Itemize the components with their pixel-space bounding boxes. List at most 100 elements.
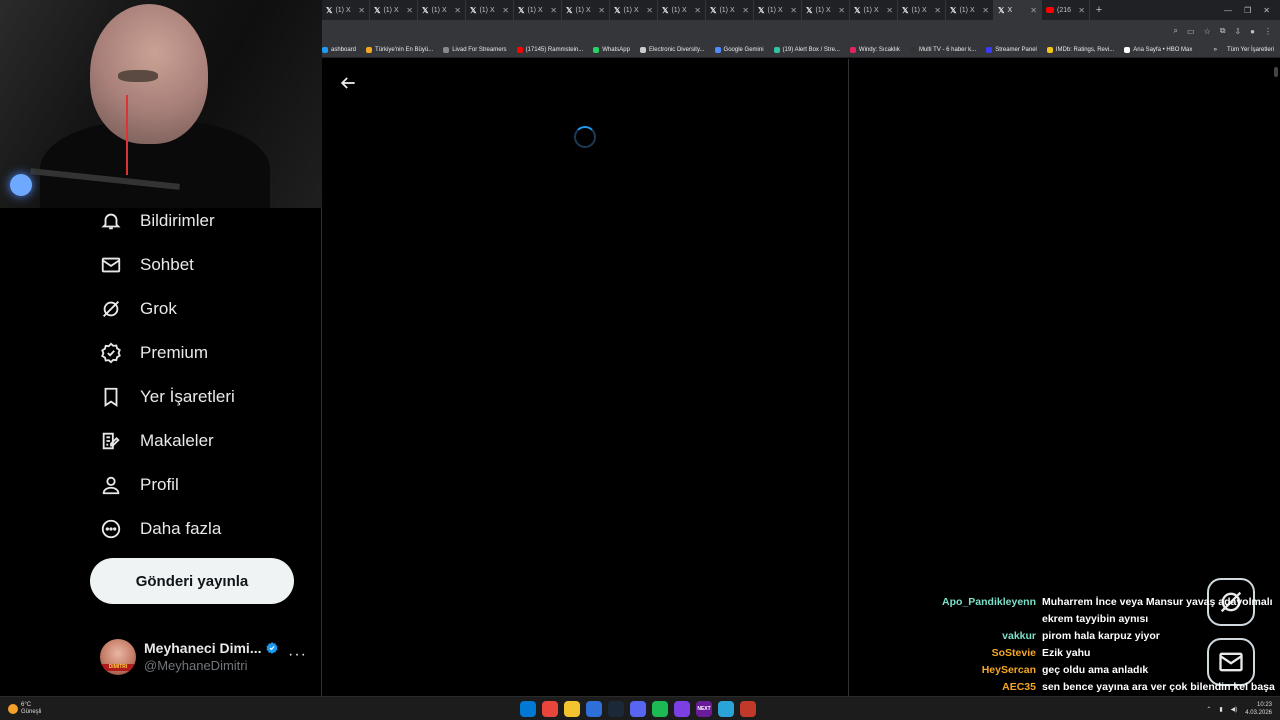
all-bookmarks-button[interactable]: Tüm Yer İşaretleri xyxy=(1227,47,1274,53)
close-icon[interactable]: ✕ xyxy=(886,6,893,15)
new-tab-button[interactable]: + xyxy=(1090,4,1108,16)
browser-tab[interactable]: 𝕏 (1) X ✕ xyxy=(514,0,562,20)
profile-icon[interactable]: ● xyxy=(1250,27,1255,36)
browser-tab[interactable]: 𝕏 (1) X ✕ xyxy=(946,0,994,20)
close-icon[interactable]: ✕ xyxy=(1030,6,1037,15)
menu-icon[interactable]: ⋮ xyxy=(1264,27,1272,36)
browser-tab[interactable]: 𝕏 (1) X ✕ xyxy=(658,0,706,20)
browser-tab[interactable]: 𝕏 (1) X ✕ xyxy=(850,0,898,20)
sidebar-item-articles[interactable]: Makaleler xyxy=(100,423,214,459)
account-text: Meyhaneci Dimi... @MeyhaneDimitri xyxy=(144,639,279,675)
browser-tab[interactable]: 𝕏 (1) X ✕ xyxy=(466,0,514,20)
sidebar-item-bookmarks[interactable]: Yer İşaretleri xyxy=(100,379,235,415)
sidebar-item-label: Sohbet xyxy=(140,255,194,274)
kick-icon[interactable]: NEXT xyxy=(696,701,712,717)
browser-tab-active[interactable]: 𝕏 X ✕ xyxy=(994,0,1042,20)
bookmark-item[interactable]: (19) Alert Box / Stre... xyxy=(773,46,840,53)
sidebar-item-chat[interactable]: Sohbet xyxy=(100,247,194,283)
maximize-icon[interactable]: ❐ xyxy=(1244,6,1251,15)
close-icon[interactable]: ✕ xyxy=(838,6,845,15)
sidebar-item-premium[interactable]: Premium xyxy=(100,335,208,371)
app-purple-icon[interactable] xyxy=(674,701,690,717)
post-button[interactable]: Gönderi yayınla xyxy=(90,558,294,604)
browser-tab[interactable]: 𝕏 (1) X ✕ xyxy=(370,0,418,20)
close-window-icon[interactable]: ✕ xyxy=(1263,6,1270,15)
browser-tab[interactable]: 𝕏 (1) X ✕ xyxy=(706,0,754,20)
chevron-up-icon[interactable]: ⌃ xyxy=(1206,706,1211,713)
cast-icon[interactable]: ▭ xyxy=(1187,27,1195,36)
close-icon[interactable]: ✕ xyxy=(598,6,605,15)
bookmark-item[interactable]: Multi TV - 6 haber k... xyxy=(909,46,977,53)
download-icon[interactable]: ⇩ xyxy=(1234,27,1241,36)
close-icon[interactable]: ✕ xyxy=(646,6,653,15)
bookmark-item[interactable]: Türkiye'nin En Büyü... xyxy=(366,46,433,53)
loading-spinner xyxy=(574,126,596,148)
account-handle: @MeyhaneDimitri xyxy=(144,658,248,673)
close-icon[interactable]: ✕ xyxy=(1078,6,1085,15)
bookmark-item[interactable]: (17145) Rammstein... xyxy=(516,46,583,53)
browser-tab[interactable]: 𝕏 (1) X ✕ xyxy=(418,0,466,20)
bookmarks-more-button[interactable]: » xyxy=(1214,47,1217,53)
bookmark-item[interactable]: WhatsApp xyxy=(593,46,630,53)
spotify-icon[interactable] xyxy=(652,701,668,717)
browser-tab[interactable]: 𝕏 (1) X ✕ xyxy=(610,0,658,20)
bookmark-item[interactable]: IMDb: Ratings, Revi... xyxy=(1046,46,1114,53)
discord-icon[interactable] xyxy=(630,701,646,717)
back-arrow-icon[interactable] xyxy=(338,73,358,93)
browser-tab[interactable]: 𝕏 (1) X ✕ xyxy=(898,0,946,20)
close-icon[interactable]: ✕ xyxy=(790,6,797,15)
steam-icon[interactable] xyxy=(608,701,624,717)
app-blue-icon[interactable] xyxy=(586,701,602,717)
chat-username xyxy=(900,611,1036,628)
close-icon[interactable]: ✕ xyxy=(502,6,509,15)
sidebar-item-profile[interactable]: Profil xyxy=(100,467,179,503)
scrollbar[interactable] xyxy=(1274,67,1278,77)
bookmark-item[interactable]: Electronic Diversity... xyxy=(639,46,705,53)
extensions-icon[interactable]: ⧉ xyxy=(1220,26,1226,36)
close-icon[interactable]: ✕ xyxy=(358,6,365,15)
mic-light xyxy=(10,174,32,196)
favicon-icon xyxy=(1046,46,1053,53)
account-switcher[interactable]: DIMITRI Meyhaneci Dimi... @MeyhaneDimitr… xyxy=(100,636,310,678)
star-icon[interactable]: ☆ xyxy=(1204,27,1211,36)
bookmark-label: WhatsApp xyxy=(602,46,630,53)
close-icon[interactable]: ✕ xyxy=(742,6,749,15)
close-icon[interactable]: ✕ xyxy=(934,6,941,15)
windows-start-icon[interactable] xyxy=(520,701,536,717)
weather-widget[interactable]: 6°C Güneşli xyxy=(0,702,41,716)
bookmark-item[interactable]: Windy: Sıcaklık xyxy=(849,46,900,53)
close-icon[interactable]: ✕ xyxy=(694,6,701,15)
sidebar-item-notifications[interactable]: Bildirimler xyxy=(100,203,215,239)
clock[interactable]: 10:23 4.03.2026 xyxy=(1245,701,1272,717)
minimize-icon[interactable]: — xyxy=(1224,6,1232,15)
app-red-icon[interactable] xyxy=(740,701,756,717)
x-logo-icon: 𝕏 xyxy=(662,5,669,15)
account-more-icon[interactable]: ··· xyxy=(288,646,307,664)
browser-tab[interactable]: 𝕏 (1) X ✕ xyxy=(754,0,802,20)
bookmark-label: Multi TV - 6 haber k... xyxy=(918,46,977,53)
close-icon[interactable]: ✕ xyxy=(550,6,557,15)
browser-tab[interactable]: 𝕏 (1) X ✕ xyxy=(562,0,610,20)
tab-title: (1) X xyxy=(671,6,687,14)
bookmark-item[interactable]: Livad For Streamers xyxy=(443,46,507,53)
bookmark-item[interactable]: ashboard xyxy=(322,46,356,53)
browser-tab[interactable]: 𝕏 (1) X ✕ xyxy=(322,0,370,20)
volume-icon[interactable]: ◀) xyxy=(1231,706,1238,713)
chrome-icon[interactable] xyxy=(542,701,558,717)
file-explorer-icon[interactable] xyxy=(564,701,580,717)
close-icon[interactable]: ✕ xyxy=(406,6,413,15)
sidebar-item-grok[interactable]: Grok xyxy=(100,291,177,327)
search-icon[interactable]: ⌕ xyxy=(1174,26,1178,36)
close-icon[interactable]: ✕ xyxy=(454,6,461,15)
weather-temp: 6°C xyxy=(21,701,32,708)
network-icon[interactable]: ▮ xyxy=(1219,706,1222,713)
bookmark-item[interactable]: Streamer Panel xyxy=(986,46,1037,53)
sidebar-item-more[interactable]: Daha fazla xyxy=(100,511,221,547)
bookmark-item[interactable]: Google Gemini xyxy=(714,46,764,53)
close-icon[interactable]: ✕ xyxy=(982,6,989,15)
favicon-icon xyxy=(593,46,600,53)
browser-tab-youtube[interactable]: (216 ✕ xyxy=(1042,0,1090,20)
bookmark-item[interactable]: Ana Sayfa • HBO Max xyxy=(1124,46,1192,53)
browser-tab[interactable]: 𝕏 (1) X ✕ xyxy=(802,0,850,20)
app-cyan-icon[interactable] xyxy=(718,701,734,717)
